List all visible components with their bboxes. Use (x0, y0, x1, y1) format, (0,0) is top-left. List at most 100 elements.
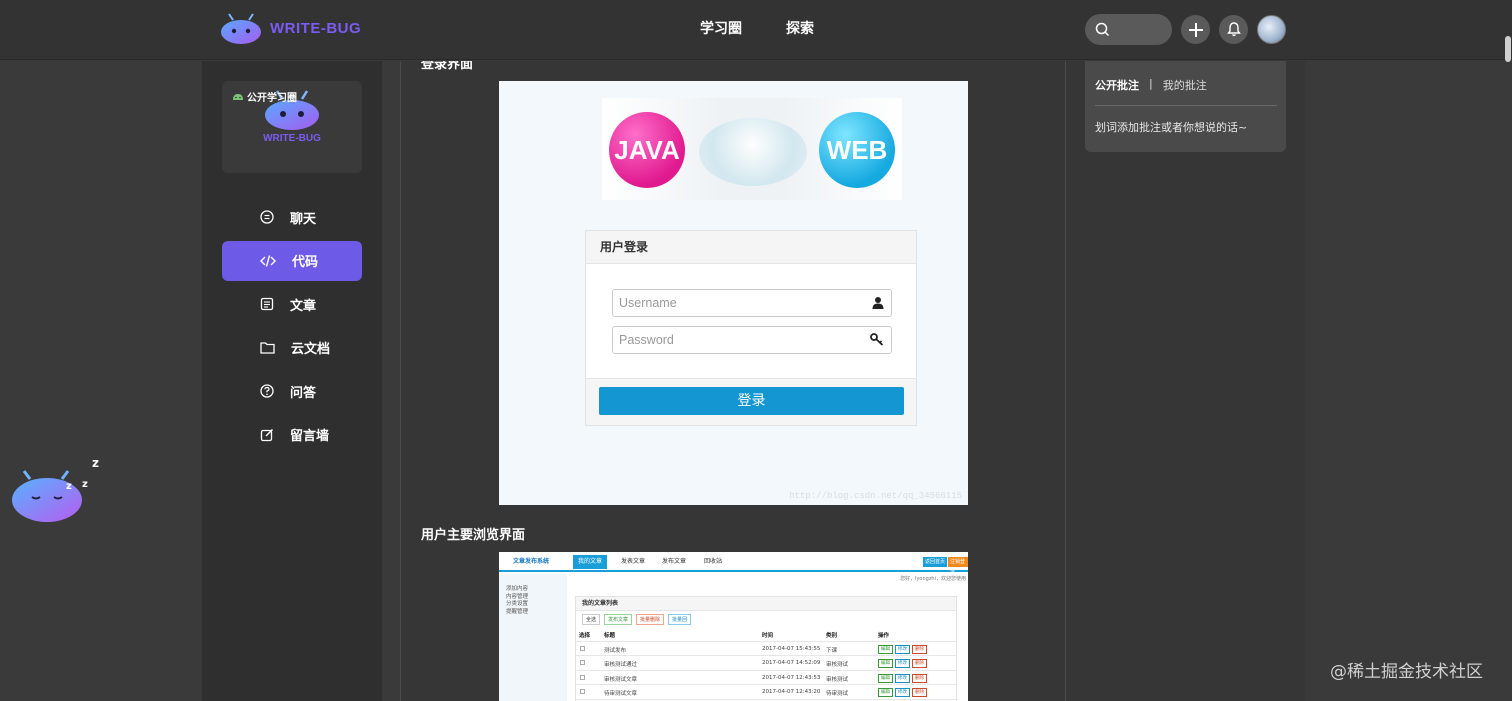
robot-logo-icon (221, 13, 261, 44)
sidebar-item-label: 聊天 (290, 211, 317, 227)
preview-filter: 发布文章 (604, 613, 633, 625)
row-time: 2017-04-07 12:43:53 (762, 674, 821, 681)
username-field[interactable]: Username (612, 289, 892, 317)
sidebar-item-label: 云文档 (291, 342, 331, 357)
user-icon (872, 297, 884, 309)
preview-col-select: 选择 (579, 633, 591, 639)
annotation-card: 公开批注 | 我的批注 划词添加批注或者你想说的话~ (1085, 61, 1286, 152)
row-action-button: 修改 (895, 688, 910, 697)
row-action-button: 编辑 (878, 659, 893, 668)
row-category: 待审测试 (826, 691, 849, 697)
password-field[interactable]: Password (612, 326, 892, 354)
android-icon (233, 94, 243, 100)
row-action-button: 修改 (895, 659, 910, 668)
row-action-button: 修改 (895, 673, 910, 683)
tab-separator: | (1149, 77, 1153, 90)
preview-tab: 我的文章 (573, 555, 608, 569)
public-circle-tag: 公开学习圈 (232, 89, 297, 104)
row-action-button: 编辑 (878, 673, 893, 683)
right-panel: 公开批注 | 我的批注 划词添加批注或者你想说的话~ (1066, 61, 1305, 701)
study-circle-card[interactable]: 公开学习圈 WRITE-BUG (222, 81, 362, 173)
row-time: 2017-04-07 12:43:20 (762, 689, 821, 695)
row-actions: 编辑 修改 删除 (878, 673, 927, 683)
brand-logo[interactable]: WRITE-BUG (220, 12, 361, 44)
preview-tab: 回收站 (704, 558, 723, 565)
preview-menu-item: 内容管理 (506, 593, 529, 600)
preview-col-time: 时间 (762, 633, 774, 639)
search-input[interactable] (1085, 14, 1172, 45)
sidebar-item-chat[interactable]: 聊天 (222, 197, 362, 237)
table-row: 审核测试通过 2017-04-07 14:52:09 审核测试 编辑 修改 删除 (576, 656, 956, 671)
svg-text:z: z (92, 456, 99, 470)
row-title: 待审测试文章 (604, 691, 638, 697)
preview-left-menu: 添加内容 内容管理 分类设置 提醒管理 (499, 574, 567, 701)
preview-filters: 全选 发布文章 批量删除 批量回 (576, 611, 956, 627)
chat-icon (260, 210, 274, 224)
sidebar-item-label: 问答 (290, 385, 317, 401)
login-button[interactable]: 登录 (599, 387, 904, 415)
sidebar-item-label: 代码 (292, 255, 319, 270)
folder-icon (260, 342, 275, 354)
tab-public-annotations[interactable]: 公开批注 (1095, 77, 1139, 93)
sleeping-mascot[interactable]: z z z (10, 455, 106, 529)
sleeping-robot-icon: z z z (12, 456, 99, 522)
question-icon (260, 384, 274, 398)
tab-my-annotations[interactable]: 我的批注 (1163, 77, 1207, 93)
preview-menu-item: 添加内容 (506, 586, 529, 592)
svg-text:z: z (82, 479, 88, 490)
sidebar-item-message-wall[interactable]: 留言墙 (222, 415, 362, 455)
row-title: 审核测试通过 (604, 662, 638, 668)
row-checkbox (580, 674, 585, 680)
java-badge: JAVA (609, 112, 685, 188)
row-action-button: 删除 (912, 673, 927, 683)
row-actions: 编辑 修改 删除 (878, 644, 927, 654)
image-watermark: http://blog.csdn.net/qq_34566115 (789, 491, 962, 501)
sidebar-item-qa[interactable]: 问答 (222, 371, 362, 411)
left-sidebar: 公开学习圈 WRITE-BUG 聊天 代码 文章 云文档 问答 留言墙 (202, 61, 382, 701)
nav-item-explore[interactable]: 探索 (786, 18, 814, 38)
section-title-login: 登录界面 (421, 61, 474, 72)
row-time: 2017-04-07 14:52:09 (762, 660, 821, 666)
preview-home-button: 返回首页 (923, 557, 948, 567)
login-form-footer: 登录 (586, 378, 916, 425)
nav-item-study-circle[interactable]: 学习圈 (700, 18, 742, 38)
sidebar-item-articles[interactable]: 文章 (222, 284, 362, 324)
edit-icon (260, 428, 274, 441)
row-title: 测试发布 (604, 647, 627, 654)
preview-col-title: 标题 (604, 633, 616, 639)
sidebar-item-label: 留言墙 (290, 429, 330, 444)
row-checkbox (580, 689, 585, 694)
row-checkbox (580, 645, 585, 651)
row-time: 2017-04-07 15:43:55 (762, 645, 821, 652)
login-form-title: 用户登录 (586, 231, 916, 264)
user-avatar[interactable] (1257, 15, 1286, 44)
top-nav: 学习圈 探索 (700, 18, 814, 38)
table-row: 审核测试文章 2017-04-07 12:43:53 审核测试 编辑 修改 删除 (576, 671, 956, 685)
top-bar: WRITE-BUG 学习圈 探索 (0, 0, 1512, 60)
row-checkbox (580, 660, 585, 665)
login-banner: JAVA WEB (602, 98, 902, 200)
preview-filter: 批量删除 (636, 613, 665, 625)
preview-logout-button: 注销登录 (948, 557, 968, 575)
main-content: 登录界面 JAVA WEB 用户登录 Username Password 登录 … (400, 61, 1066, 701)
bell-icon (1226, 22, 1241, 37)
login-form: 用户登录 Username Password 登录 (585, 230, 917, 426)
brand-name: WRITE-BUG (270, 19, 362, 37)
create-button[interactable] (1181, 15, 1210, 44)
row-action-button: 编辑 (878, 688, 893, 697)
row-action-button: 删除 (912, 659, 927, 668)
row-action-button: 编辑 (878, 644, 893, 654)
row-action-button: 修改 (895, 644, 910, 654)
password-placeholder: Password (619, 333, 674, 347)
login-screenshot: JAVA WEB 用户登录 Username Password 登录 http:… (499, 81, 968, 505)
document-icon (260, 297, 274, 311)
web-badge: WEB (819, 112, 895, 188)
annotation-tabs: 公开批注 | 我的批注 (1095, 77, 1207, 93)
public-circle-label: 公开学习圈 (247, 93, 297, 104)
notification-button[interactable] (1219, 15, 1248, 44)
row-action-button: 删除 (912, 688, 927, 697)
page-scrollbar[interactable] (1505, 36, 1511, 62)
sidebar-item-code[interactable]: 代码 (222, 240, 362, 281)
sidebar-item-cloud-docs[interactable]: 云文档 (222, 328, 362, 368)
row-actions: 编辑 修改 删除 (878, 688, 927, 697)
